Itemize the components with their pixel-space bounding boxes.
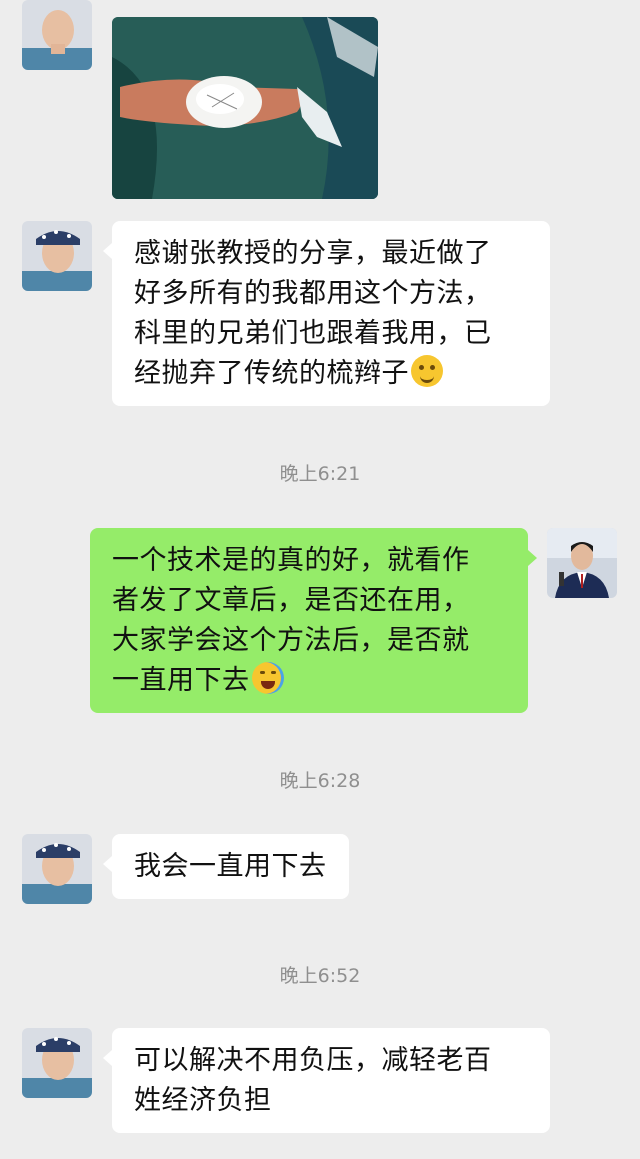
timestamp: 晚上6:52	[279, 965, 361, 987]
message-text: 我会一直用下去	[134, 851, 327, 882]
message-bubble[interactable]: 感谢张教授的分享，最近做了 好多所有的我都用这个方法， 科里的兄弟们也跟着我用，…	[103, 221, 550, 406]
timestamp: 晚上6:28	[279, 770, 361, 792]
message-bubble[interactable]: 我会一直用下去	[103, 834, 349, 899]
avatar-contact[interactable]	[22, 0, 92, 70]
message-bubble[interactable]: 可以解决不用负压，减轻老百 姓经济负担	[103, 1028, 550, 1133]
message-bubble-outgoing[interactable]: 一个技术是的真的好，就看作 者发了文章后，是否还在用， 大家学会这个方法后，是否…	[90, 528, 537, 713]
message-text: 科里的兄弟们也跟着我用，已	[134, 318, 492, 349]
message-text: 姓经济负担	[134, 1085, 272, 1116]
message-text: 一个技术是的真的好，就看作	[112, 545, 470, 576]
timestamp: 晚上6:21	[279, 463, 361, 485]
message-text: 者发了文章后，是否还在用，	[112, 585, 470, 616]
surgical-photo[interactable]	[112, 17, 378, 199]
avatar-contact[interactable]	[22, 834, 92, 904]
thinking-face-emoji-icon	[411, 355, 443, 387]
message-text: 可以解决不用负压，减轻老百	[134, 1045, 492, 1076]
message-text: 大家学会这个方法后，是否就	[112, 625, 470, 656]
message-text: 好多所有的我都用这个方法，	[134, 278, 492, 309]
avatar-self[interactable]	[547, 528, 617, 598]
message-text: 一直用下去	[112, 665, 250, 696]
avatar-contact[interactable]	[22, 221, 92, 291]
laughing-face-emoji-icon	[251, 662, 284, 694]
message-text: 感谢张教授的分享，最近做了	[134, 238, 492, 269]
message-text: 经抛弃了传统的梳辫子	[134, 358, 409, 389]
avatar-contact[interactable]	[22, 1028, 92, 1098]
